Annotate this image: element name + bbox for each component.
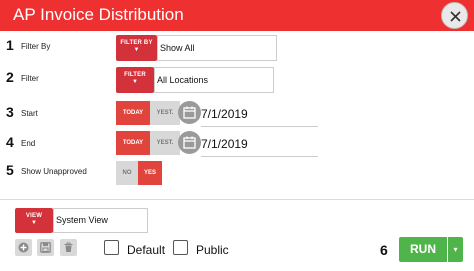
trash-icon <box>64 242 73 252</box>
end-yesterday-button[interactable]: YEST. <box>150 131 180 155</box>
chevron-down-icon: ▼ <box>31 220 37 226</box>
start-date-field[interactable]: 7/1/2019 <box>201 101 318 127</box>
show-unapproved-label: Show Unapproved <box>21 167 87 176</box>
public-label: Public <box>196 243 229 257</box>
view-button-label: VIEW <box>25 213 43 219</box>
calendar-icon <box>183 106 196 119</box>
filter-by-label: Filter By <box>21 42 51 51</box>
step-number: 1 <box>6 37 14 53</box>
filter-by-button-label: FILTER BY <box>120 40 153 46</box>
save-view-button[interactable] <box>37 239 54 256</box>
show-unapproved-row: 5 Show Unapproved NO YES <box>0 161 474 189</box>
close-button[interactable] <box>441 2 468 29</box>
calendar-icon <box>183 136 196 149</box>
end-row: 4 End TODAY YEST. 7/1/2019 <box>0 131 474 159</box>
step-number: 3 <box>6 104 14 120</box>
filter-by-row: 1 Filter By FILTER BY ▼ Show All <box>0 35 474 63</box>
add-icon <box>18 242 29 253</box>
chevron-down-icon: ▼ <box>132 79 138 85</box>
close-icon <box>450 11 461 22</box>
step-number: 4 <box>6 134 14 150</box>
view-field[interactable]: System View <box>53 208 148 233</box>
public-checkbox[interactable] <box>173 240 188 255</box>
filter-label: Filter <box>21 74 39 83</box>
filter-by-field[interactable]: Show All <box>157 35 277 61</box>
start-row: 3 Start TODAY YEST. 7/1/2019 <box>0 101 474 129</box>
step-number: 6 <box>380 242 388 258</box>
end-date-field[interactable]: 7/1/2019 <box>201 131 318 157</box>
end-calendar-button[interactable] <box>178 131 201 154</box>
start-today-button[interactable]: TODAY <box>116 101 150 125</box>
run-button[interactable]: RUN <box>399 237 447 262</box>
step-number: 5 <box>6 162 14 178</box>
filter-button[interactable]: FILTER ▼ <box>116 67 154 93</box>
add-view-button[interactable] <box>15 239 32 256</box>
title-bar: AP Invoice Distribution <box>0 0 474 31</box>
default-checkbox[interactable] <box>104 240 119 255</box>
step-number: 2 <box>6 69 14 85</box>
chevron-down-icon: ▾ <box>453 245 458 254</box>
start-calendar-button[interactable] <box>178 101 201 124</box>
start-yesterday-button[interactable]: YEST. <box>150 101 180 125</box>
unapproved-yes-button[interactable]: YES <box>138 161 162 185</box>
end-today-button[interactable]: TODAY <box>116 131 150 155</box>
chevron-down-icon: ▼ <box>133 47 140 53</box>
delete-view-button[interactable] <box>60 239 77 256</box>
default-label: Default <box>127 243 166 257</box>
divider <box>0 199 474 200</box>
filter-by-button[interactable]: FILTER BY ▼ <box>116 35 157 61</box>
end-label: End <box>21 139 36 148</box>
unapproved-no-button[interactable]: NO <box>116 161 138 185</box>
run-dropdown-button[interactable]: ▾ <box>448 237 463 262</box>
filter-row: 2 Filter FILTER ▼ All Locations <box>0 67 474 95</box>
view-button[interactable]: VIEW ▼ <box>15 208 53 233</box>
save-icon <box>40 242 51 253</box>
filter-button-label: FILTER <box>124 72 146 78</box>
window-title: AP Invoice Distribution <box>13 5 184 24</box>
filter-field[interactable]: All Locations <box>154 67 274 93</box>
start-label: Start <box>21 109 38 118</box>
